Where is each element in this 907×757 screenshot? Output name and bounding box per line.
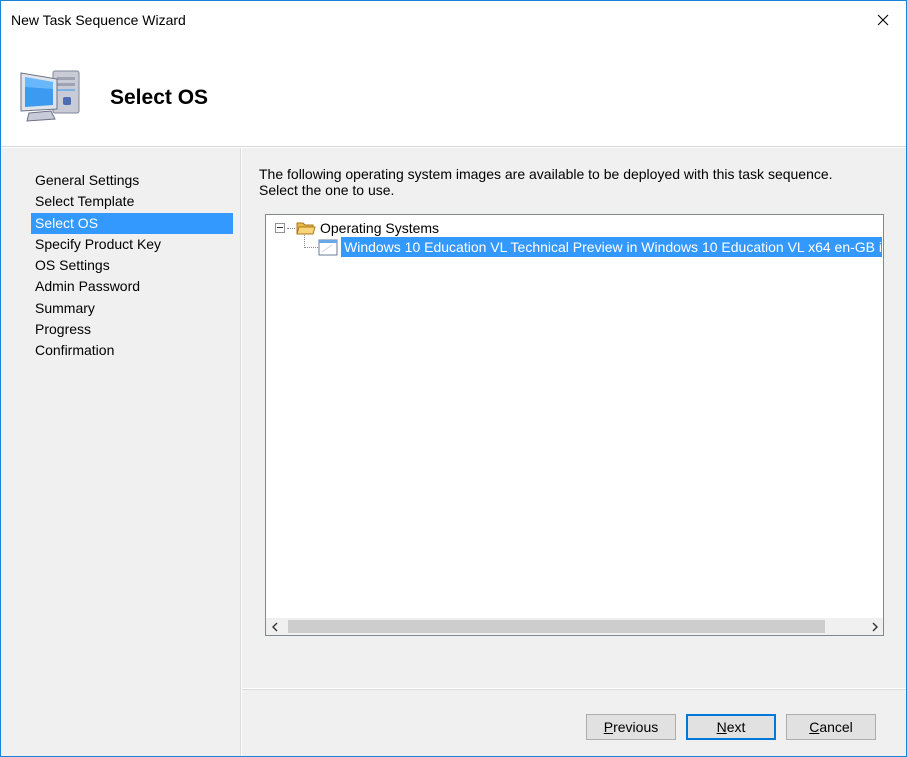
- wizard-content: The following operating system images ar…: [242, 148, 906, 688]
- chevron-left-icon: [271, 622, 277, 631]
- tree-node-os-image[interactable]: Windows 10 Education VL Technical Previe…: [318, 237, 882, 257]
- instruction-text: The following operating system images ar…: [259, 166, 833, 198]
- scroll-left-button[interactable]: [266, 618, 283, 635]
- os-tree-view[interactable]: Operating Systems Windows 10 Education V…: [265, 214, 884, 636]
- previous-button[interactable]: Previous: [586, 714, 676, 740]
- previous-accel: P: [603, 719, 614, 735]
- chevron-right-icon: [872, 622, 878, 631]
- horizontal-scrollbar[interactable]: [266, 618, 883, 635]
- step-progress[interactable]: Progress: [31, 319, 233, 340]
- next-button[interactable]: Next: [686, 714, 776, 740]
- title-bar: New Task Sequence Wizard: [1, 1, 906, 39]
- collapse-icon[interactable]: [275, 223, 285, 233]
- steps-list: General Settings Select Template Select …: [31, 170, 233, 362]
- step-select-template[interactable]: Select Template: [31, 191, 233, 212]
- tree-connector: [287, 227, 295, 229]
- step-confirmation[interactable]: Confirmation: [31, 340, 233, 361]
- cancel-button[interactable]: Cancel: [786, 714, 876, 740]
- page-title: Select OS: [110, 86, 209, 109]
- step-general-settings[interactable]: General Settings: [31, 170, 233, 191]
- scrollbar-thumb[interactable]: [288, 620, 825, 633]
- close-icon: [877, 14, 889, 26]
- step-admin-password[interactable]: Admin Password: [31, 276, 233, 297]
- step-summary[interactable]: Summary: [31, 298, 233, 319]
- scroll-right-button[interactable]: [866, 618, 883, 635]
- wizard-steps-sidebar: General Settings Select Template Select …: [1, 148, 241, 756]
- tree-connector-horizontal: [304, 247, 318, 248]
- wizard-footer: Previous Next Cancel: [242, 689, 906, 756]
- tree-node-operating-systems[interactable]: Operating Systems: [275, 219, 439, 237]
- next-label: ext: [726, 719, 746, 735]
- step-specify-product-key[interactable]: Specify Product Key: [31, 234, 233, 255]
- step-os-settings[interactable]: OS Settings: [31, 255, 233, 276]
- tree-root-label: Operating Systems: [320, 220, 440, 236]
- close-button[interactable]: [860, 1, 906, 39]
- computer-monitor-icon: [20, 70, 80, 122]
- window-title: New Task Sequence Wizard: [11, 12, 186, 28]
- wizard-window: New Task Sequence Wizard Select OS Gener…: [0, 0, 907, 757]
- step-select-os[interactable]: Select OS: [31, 212, 233, 234]
- folder-icon: [296, 222, 316, 235]
- wizard-header: Select OS: [1, 39, 906, 147]
- cancel-label: ancel: [819, 719, 853, 735]
- os-image-label[interactable]: Windows 10 Education VL Technical Previe…: [341, 237, 882, 257]
- previous-label: revious: [613, 719, 659, 735]
- next-accel: N: [716, 719, 727, 735]
- cancel-accel: C: [809, 719, 820, 735]
- os-image-icon: [318, 239, 338, 256]
